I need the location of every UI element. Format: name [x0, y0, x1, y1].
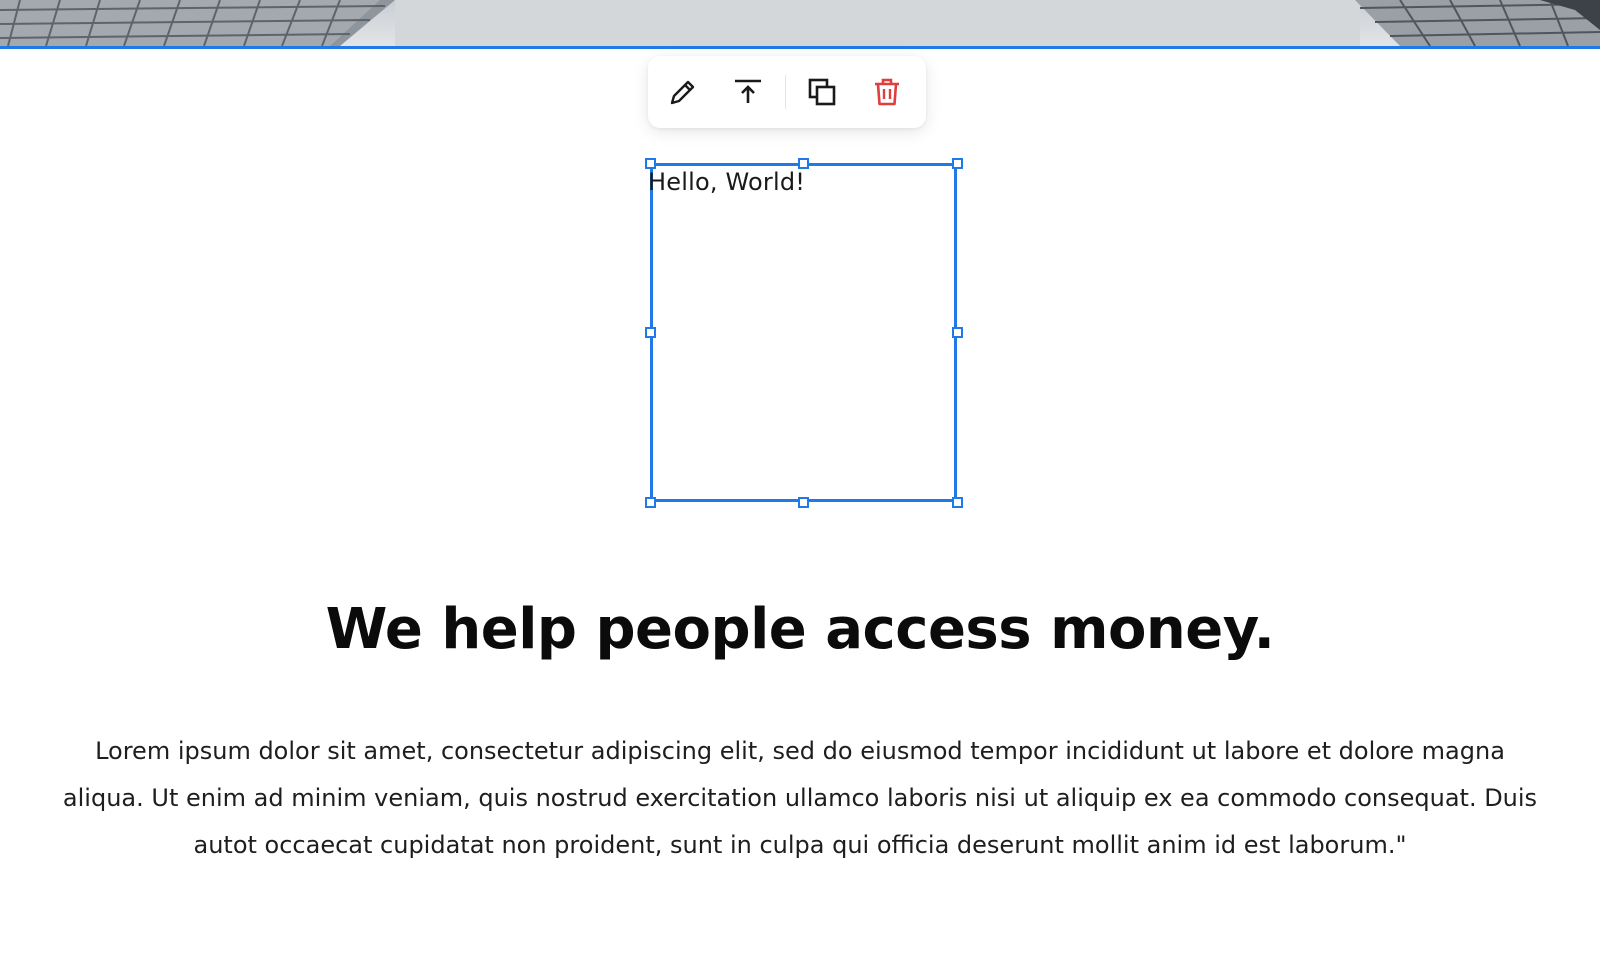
selected-text-frame[interactable]: [650, 163, 957, 502]
arrow-up-to-line-icon: [735, 79, 761, 103]
body-paragraph[interactable]: Lorem ipsum dolor sit amet, consectetur …: [62, 728, 1538, 869]
edit-button[interactable]: [661, 70, 705, 114]
frame-text[interactable]: Hello, World!: [648, 168, 805, 196]
hero-image[interactable]: [0, 0, 1600, 49]
resize-handle-bottom-right[interactable]: [952, 497, 963, 508]
resize-handle-top-right[interactable]: [952, 158, 963, 169]
page-headline[interactable]: We help people access money.: [0, 596, 1600, 663]
move-to-top-button[interactable]: [726, 70, 770, 114]
toolbar-separator: [785, 75, 786, 109]
copy-icon: [808, 78, 836, 106]
element-toolbar: [648, 56, 926, 128]
editor-canvas: Hello, World! We help people access mone…: [0, 0, 1600, 971]
delete-button[interactable]: [865, 70, 909, 114]
trash-icon: [875, 78, 899, 106]
resize-handle-top[interactable]: [798, 158, 809, 169]
duplicate-button[interactable]: [800, 70, 844, 114]
resize-handle-right[interactable]: [952, 327, 963, 338]
building-photo: [0, 0, 1600, 46]
resize-handle-top-left[interactable]: [645, 158, 656, 169]
resize-handle-bottom-left[interactable]: [645, 497, 656, 508]
pencil-icon: [670, 80, 695, 105]
resize-handle-left[interactable]: [645, 327, 656, 338]
resize-handle-bottom[interactable]: [798, 497, 809, 508]
